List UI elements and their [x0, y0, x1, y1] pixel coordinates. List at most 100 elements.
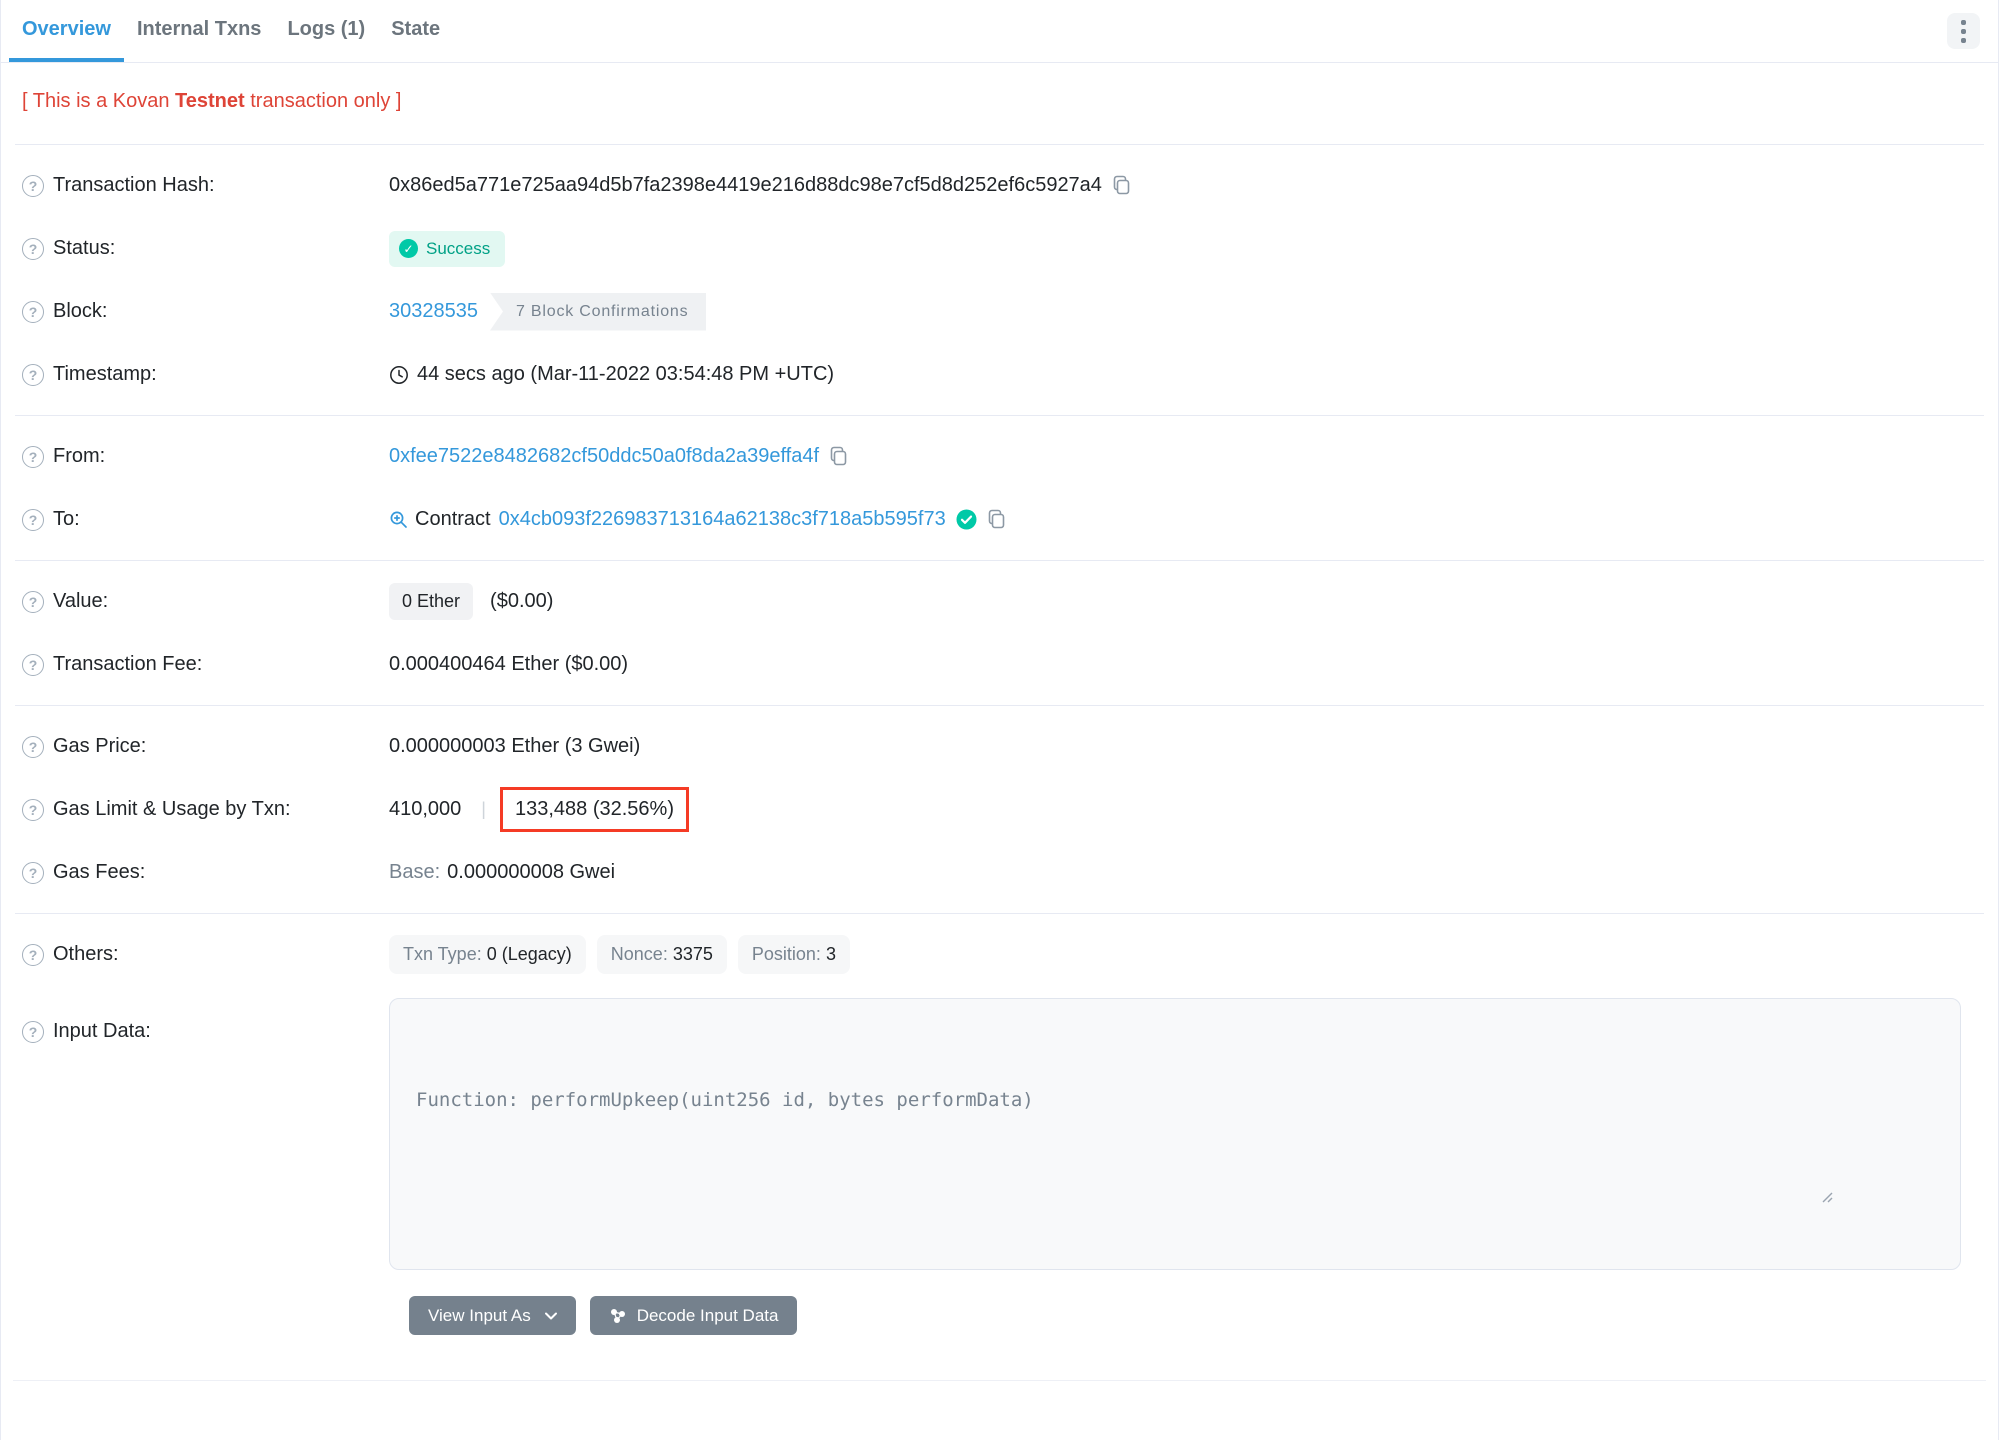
kebab-dot-icon	[1961, 19, 1966, 25]
testnet-notice-suffix: transaction only ]	[244, 90, 402, 112]
view-input-as-label: View Input As	[428, 1305, 531, 1325]
testnet-notice-bold: Testnet	[175, 90, 245, 112]
view-input-as-button[interactable]: View Input As	[409, 1296, 576, 1335]
help-icon[interactable]: ?	[22, 363, 44, 386]
row-others: ? Others: Txn Type: 0 (Legacy) Nonce: 33…	[1, 923, 1998, 986]
position-pill: Position: 3	[737, 935, 850, 974]
transaction-hash-value: 0x86ed5a771e725aa94d5b7fa2398e4419e216d8…	[389, 174, 1102, 196]
tab-overview[interactable]: Overview	[9, 0, 124, 62]
gas-base-label: Base:	[389, 861, 441, 883]
status-label: Status:	[53, 237, 116, 259]
card-bottom-divider	[13, 1380, 1986, 1381]
input-data-textarea[interactable]: Function: performUpkeep(uint256 id, byte…	[389, 998, 1961, 1270]
input-data-actions: View Input As Decode Input Data	[409, 1296, 1998, 1335]
more-options-button[interactable]	[1947, 13, 1980, 49]
input-function-line: Function: performUpkeep(uint256 id, byte…	[416, 1089, 1034, 1111]
help-icon[interactable]: ?	[22, 861, 44, 884]
tab-logs[interactable]: Logs (1)	[274, 0, 378, 62]
row-status: ? Status: ✓ Success	[1, 217, 1998, 280]
tab-state[interactable]: State	[378, 0, 453, 62]
kebab-dot-icon	[1961, 37, 1966, 43]
copy-icon[interactable]	[987, 509, 1006, 530]
tab-bar: Overview Internal Txns Logs (1) State	[1, 0, 1998, 63]
row-transaction-hash: ? Transaction Hash: 0x86ed5a771e725aa94d…	[1, 154, 1998, 217]
row-gas-price: ? Gas Price: 0.000000003 Ether (3 Gwei)	[1, 715, 1998, 778]
timestamp-label: Timestamp:	[53, 363, 157, 385]
row-input-data: ? Input Data: Function: performUpkeep(ui…	[1, 998, 1998, 1270]
to-label: To:	[53, 508, 80, 530]
input-data-label: Input Data:	[53, 1020, 151, 1042]
gas-price-label: Gas Price:	[53, 735, 147, 757]
help-icon[interactable]: ?	[22, 590, 44, 613]
row-gas-fees: ? Gas Fees: Base: 0.000000008 Gwei	[1, 841, 1998, 904]
from-address-link[interactable]: 0xfee7522e8482682cf50ddc50a0f8da2a39effa…	[389, 445, 819, 468]
testnet-notice-prefix: [ This is a Kovan	[22, 90, 176, 112]
tab-internal-txns[interactable]: Internal Txns	[124, 0, 274, 62]
decode-icon	[609, 1307, 627, 1325]
decode-input-data-label: Decode Input Data	[636, 1305, 779, 1325]
row-gas-limit-usage: ? Gas Limit & Usage by Txn: 410,000 | 13…	[1, 778, 1998, 841]
block-label: Block:	[53, 300, 108, 322]
transaction-details-card: Overview Internal Txns Logs (1) State [ …	[0, 0, 1999, 1440]
help-icon[interactable]: ?	[22, 174, 44, 197]
help-icon[interactable]: ?	[22, 237, 44, 260]
help-icon[interactable]: ?	[22, 653, 44, 676]
gas-usage-annotation-box: 133,488 (32.56%)	[499, 787, 689, 832]
position-label: Position:	[751, 944, 821, 964]
nonce-value: 3375	[672, 944, 713, 964]
copy-icon[interactable]	[1112, 175, 1131, 196]
gas-price-value: 0.000000003 Ether (3 Gwei)	[389, 735, 641, 757]
txn-type-value: 0 (Legacy)	[486, 944, 572, 964]
help-icon[interactable]: ?	[22, 943, 44, 966]
to-address-link[interactable]: 0x4cb093f226983713164a62138c3f718a5b595f…	[499, 508, 946, 531]
status-badge-text: Success	[426, 238, 491, 258]
kebab-dot-icon	[1961, 28, 1966, 34]
block-confirmations-badge: 7 Block Confirmations	[489, 292, 707, 331]
timestamp-value: 44 secs ago (Mar-11-2022 03:54:48 PM +UT…	[417, 363, 835, 385]
value-label: Value:	[53, 590, 109, 612]
row-to: ? To: Contract 0x4cb093f226983713164a621…	[1, 488, 1998, 551]
gas-limit-label: Gas Limit & Usage by Txn:	[53, 798, 291, 820]
txn-type-label: Txn Type:	[403, 944, 482, 964]
row-value: ? Value: 0 Ether ($0.00)	[1, 570, 1998, 633]
help-icon[interactable]: ?	[22, 735, 44, 758]
section-others-input: ? Others: Txn Type: 0 (Legacy) Nonce: 33…	[1, 914, 1998, 1344]
section-addresses: ? From: 0xfee7522e8482682cf50ddc50a0f8da…	[1, 416, 1998, 560]
status-badge: ✓ Success	[389, 230, 506, 267]
row-from: ? From: 0xfee7522e8482682cf50ddc50a0f8da…	[1, 425, 1998, 488]
check-circle-icon: ✓	[399, 239, 418, 258]
nonce-label: Nonce:	[610, 944, 668, 964]
gas-usage-value: 133,488 (32.56%)	[514, 798, 674, 820]
value-ether-badge: 0 Ether	[389, 583, 474, 620]
copy-icon[interactable]	[829, 446, 848, 467]
help-icon[interactable]: ?	[22, 300, 44, 323]
transaction-hash-label: Transaction Hash:	[53, 174, 215, 196]
gas-limit-value: 410,000	[389, 798, 462, 820]
decode-input-data-button[interactable]: Decode Input Data	[589, 1296, 798, 1335]
help-icon[interactable]: ?	[22, 445, 44, 468]
zoom-in-icon[interactable]	[389, 510, 408, 529]
row-timestamp: ? Timestamp: 44 secs ago (Mar-11-2022 03…	[1, 343, 1998, 406]
transaction-fee-value: 0.000400464 Ether ($0.00)	[389, 653, 629, 675]
help-icon[interactable]: ?	[22, 798, 44, 821]
section-overview-top: ? Transaction Hash: 0x86ed5a771e725aa94d…	[1, 145, 1998, 415]
clock-icon	[389, 365, 409, 385]
section-value-fee: ? Value: 0 Ether ($0.00) ? Transaction F…	[1, 561, 1998, 705]
verified-contract-icon	[956, 509, 977, 530]
help-icon[interactable]: ?	[22, 1020, 44, 1043]
value-usd: ($0.00)	[490, 590, 554, 612]
section-gas: ? Gas Price: 0.000000003 Ether (3 Gwei) …	[1, 706, 1998, 913]
from-label: From:	[53, 445, 106, 467]
block-number-link[interactable]: 30328535	[389, 300, 478, 323]
position-value: 3	[825, 944, 836, 964]
nonce-pill: Nonce: 3375	[596, 935, 727, 974]
gas-fees-label: Gas Fees:	[53, 861, 146, 883]
gas-separator: |	[481, 799, 486, 819]
others-label: Others:	[53, 943, 119, 965]
gas-base-value: 0.000000008 Gwei	[447, 861, 616, 883]
help-icon[interactable]: ?	[22, 508, 44, 531]
row-block: ? Block: 30328535 7 Block Confirmations	[1, 280, 1998, 343]
row-transaction-fee: ? Transaction Fee: 0.000400464 Ether ($0…	[1, 633, 1998, 696]
testnet-notice: [ This is a Kovan Testnet transaction on…	[1, 63, 1998, 144]
resize-handle[interactable]	[1819, 1127, 1956, 1265]
